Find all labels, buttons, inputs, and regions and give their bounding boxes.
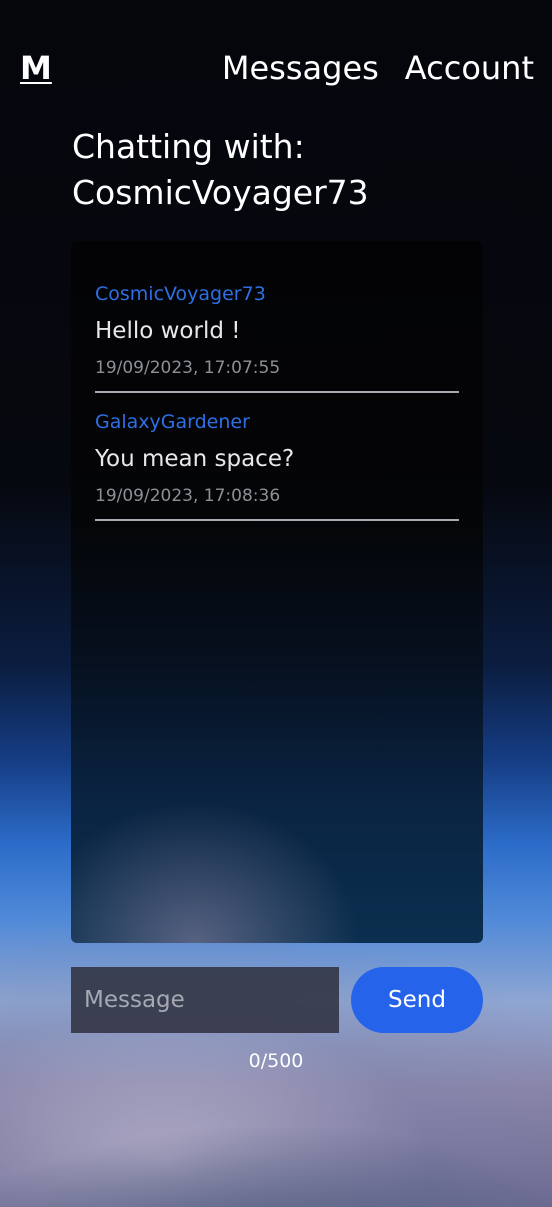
chat-title: Chatting with: CosmicVoyager73: [72, 124, 492, 216]
message-item: CosmicVoyager73 Hello world ! 19/09/2023…: [95, 281, 459, 393]
send-button[interactable]: Send: [351, 967, 483, 1033]
message-text: You mean space?: [95, 446, 295, 472]
chat-title-prefix: Chatting with:: [72, 127, 305, 166]
home-logo-link[interactable]: M: [20, 50, 52, 86]
message-timestamp: 19/09/2023, 17:08:36: [95, 486, 281, 506]
message-timestamp: 19/09/2023, 17:07:55: [95, 358, 281, 378]
messages-panel[interactable]: CosmicVoyager73 Hello world ! 19/09/2023…: [71, 241, 483, 943]
chat-partner-name: CosmicVoyager73: [72, 173, 369, 212]
message-item: GalaxyGardener You mean space? 19/09/202…: [95, 409, 459, 521]
character-counter: 0/500: [248, 1050, 304, 1072]
composer-row: Send: [71, 967, 483, 1033]
message-sender: CosmicVoyager73: [95, 283, 266, 305]
nav-account-link[interactable]: Account: [405, 48, 534, 88]
message-sender: GalaxyGardener: [95, 411, 250, 433]
message-text: Hello world !: [95, 318, 241, 344]
top-nav: Messages Account: [222, 48, 534, 88]
message-input[interactable]: [71, 967, 339, 1033]
nav-messages-link[interactable]: Messages: [222, 48, 379, 88]
